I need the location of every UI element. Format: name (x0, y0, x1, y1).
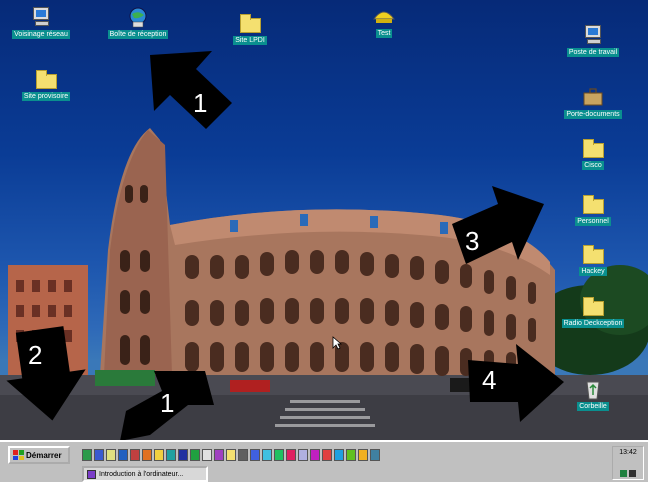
network-icon[interactable] (118, 449, 128, 461)
annotation-arrow-3 (452, 186, 544, 264)
printer-icon[interactable] (358, 449, 368, 461)
taskbar-window-button[interactable]: Introduction à l'ordinateur... (82, 466, 208, 482)
explorer-icon[interactable] (94, 449, 104, 461)
desktop-icon-label: Cisco (582, 161, 604, 170)
desktop-icon-inbox[interactable]: Boîte de réception (100, 6, 176, 39)
book-icon[interactable] (250, 449, 260, 461)
presentation-icon (87, 469, 96, 479)
briefcase-icon (581, 86, 605, 108)
palette-icon[interactable] (262, 449, 272, 461)
annotation-arrow-1-top (150, 51, 232, 129)
mouse-pointer-icon (332, 336, 342, 350)
media-icon[interactable] (130, 449, 140, 461)
desktop-icon-site-provisoire[interactable]: Site provisoire (8, 68, 84, 101)
inbox-globe-icon (126, 6, 150, 28)
desktop-icon-label: Site provisoire (21, 92, 71, 101)
desktop-icon-personnel[interactable]: Personnel (555, 193, 631, 226)
paint-icon[interactable] (142, 449, 152, 461)
tools-icon[interactable] (238, 449, 248, 461)
pin-icon[interactable] (286, 449, 296, 461)
excel-icon[interactable] (190, 449, 200, 461)
desktop-icon-test[interactable]: Test (346, 5, 422, 38)
windows-logo-icon (13, 450, 24, 460)
cd-icon[interactable] (298, 449, 308, 461)
desktop-icon-label: Porte-documents (564, 110, 622, 119)
clock[interactable]: 13:42 (619, 449, 637, 456)
network-neighborhood-icon (29, 6, 53, 28)
network-status-icon[interactable] (620, 470, 627, 477)
folder-icon[interactable] (226, 449, 236, 461)
game-icon[interactable] (346, 449, 356, 461)
music-icon[interactable] (310, 449, 320, 461)
desktop-icon-network[interactable]: Voisinage réseau (3, 6, 79, 39)
test-icon (372, 5, 396, 27)
folder-icon (581, 193, 605, 215)
start-button-label: Démarrer (26, 450, 62, 460)
annotation-number: 1 (160, 388, 175, 418)
taskbar: Démarrer Introduction à l'ordinateur... … (0, 440, 648, 482)
calc-icon[interactable] (166, 449, 176, 461)
globe-icon[interactable] (274, 449, 284, 461)
desktop-icon-label: Radio Deckception (561, 319, 625, 328)
desktop-icon-my-computer[interactable]: Poste de travail (555, 24, 631, 57)
start-button[interactable]: Démarrer (8, 446, 70, 464)
annotation-arrow-2 (6, 326, 86, 421)
volume-icon[interactable] (629, 470, 636, 477)
my-computer-icon (581, 24, 605, 46)
desktop-icon-site-lpdi[interactable]: Site LPDI (212, 12, 288, 45)
folder-icon (238, 12, 262, 34)
desktop-icon-label: Boîte de réception (107, 30, 169, 39)
annotation-arrow-4 (468, 344, 564, 422)
annotation-number: 3 (465, 226, 480, 256)
system-tray: 13:42 (612, 446, 644, 480)
monitor-icon[interactable] (334, 449, 344, 461)
word-icon[interactable] (178, 449, 188, 461)
desktop-icon-cisco[interactable]: Cisco (555, 137, 631, 170)
desktop-shortcut-icon[interactable] (82, 449, 92, 461)
desktop-icon-label: Corbeille (577, 402, 609, 411)
desktop-icon-radio[interactable]: Radio Deckception (555, 295, 631, 328)
star-icon[interactable] (322, 449, 332, 461)
chart-icon[interactable] (214, 449, 224, 461)
folder-icon (34, 68, 58, 90)
disk-icon[interactable] (370, 449, 380, 461)
desktop-icon-label: Voisinage réseau (12, 30, 70, 39)
notepad-icon[interactable] (106, 449, 116, 461)
desktop-icon-label: Personnel (575, 217, 611, 226)
desktop-icon-hackey[interactable]: Hackey (555, 243, 631, 276)
desktop-icon-label: Site LPDI (233, 36, 267, 45)
folder-icon (581, 137, 605, 159)
desktop-icon-label: Hackey (579, 267, 607, 276)
desktop: Voisinage réseau Boîte de réception Site… (0, 0, 648, 440)
annotation-number: 2 (28, 340, 43, 370)
desktop-icon-briefcase[interactable]: Porte-documents (555, 86, 631, 119)
annotation-number: 4 (482, 365, 497, 395)
search-icon[interactable] (202, 449, 212, 461)
quick-launch-toolbar (82, 446, 380, 464)
annotation-number: 1 (193, 88, 208, 118)
recycle-bin-icon (581, 378, 605, 400)
mail-icon[interactable] (154, 449, 164, 461)
desktop-icon-label: Test (375, 29, 393, 38)
folder-icon (581, 243, 605, 265)
taskbar-window-label: Introduction à l'ordinateur... (99, 470, 184, 478)
folder-icon (581, 295, 605, 317)
desktop-icon-label: Poste de travail (566, 48, 620, 57)
